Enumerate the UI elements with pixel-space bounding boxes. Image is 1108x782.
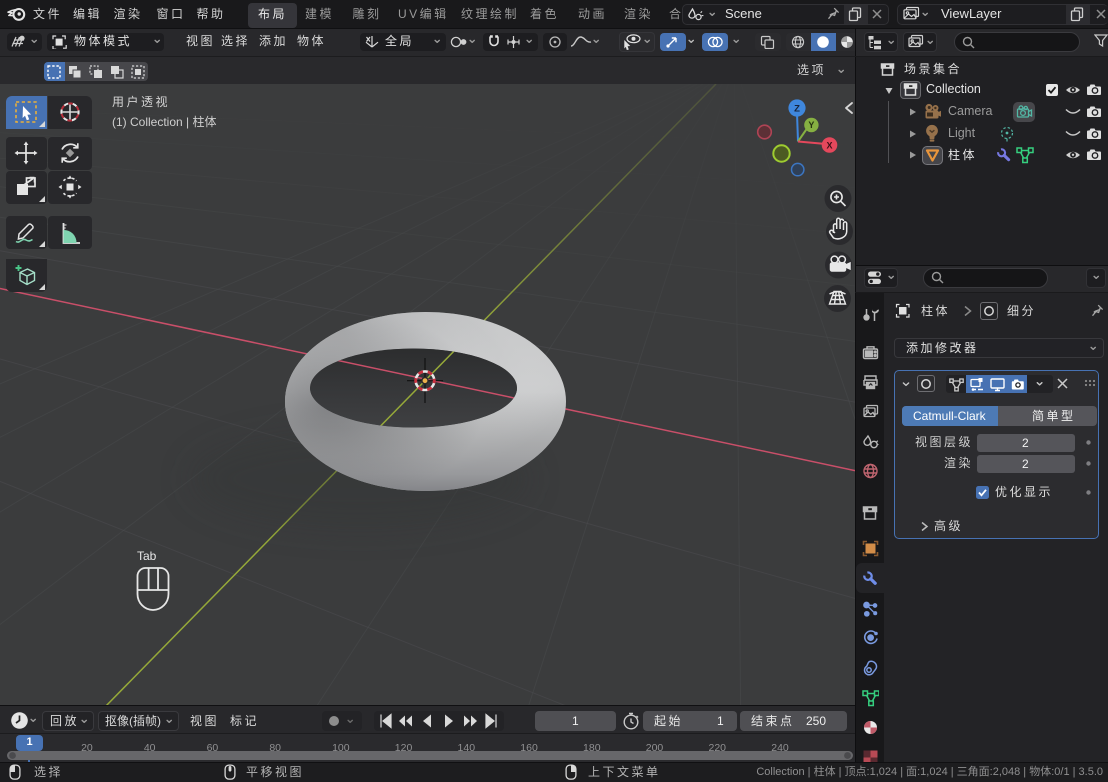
svg-text:Y: Y: [808, 120, 814, 130]
svg-text:X: X: [826, 140, 832, 150]
svg-text:Z: Z: [794, 103, 800, 114]
